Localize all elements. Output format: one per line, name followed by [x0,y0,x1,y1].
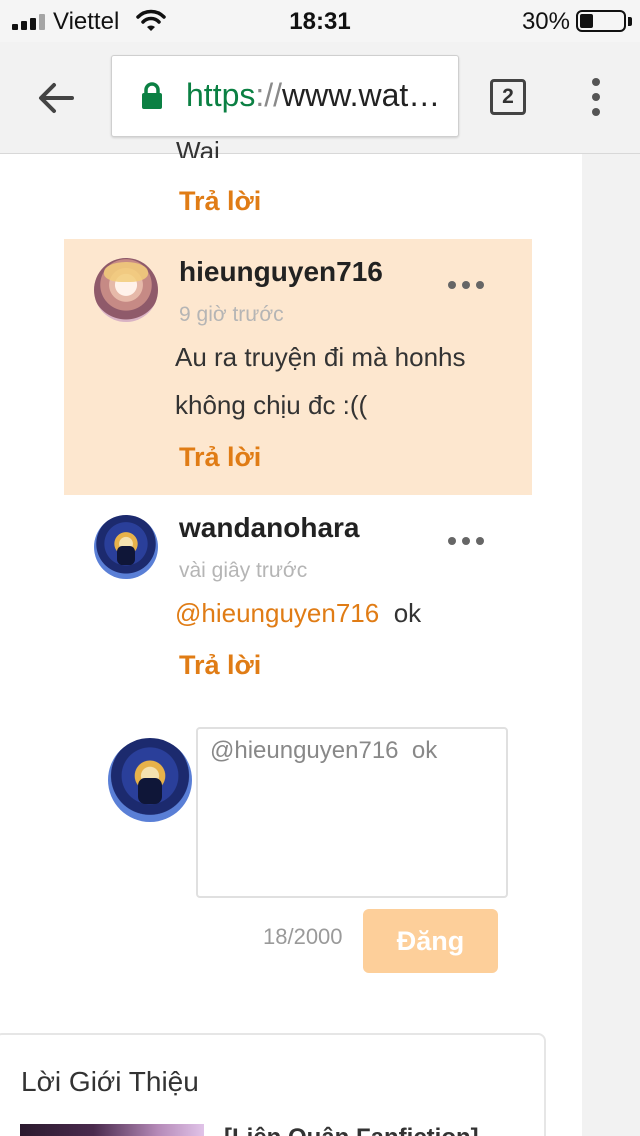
status-bar: Viettel 18:31 30% [0,0,640,42]
back-arrow-icon[interactable] [34,76,78,120]
more-horiz-icon[interactable] [448,535,484,547]
previous-comment-fragment: Wai [176,136,220,158]
page-gutter [582,154,640,1136]
comment-username[interactable]: hieunguyen716 [179,256,383,288]
comment-username[interactable]: wandanohara [179,512,359,544]
comment-text: @hieunguyen716 ok [175,589,421,637]
battery-icon [576,10,626,32]
reply-link[interactable]: Trả lời [179,442,261,473]
current-user-avatar [108,738,192,822]
comment-message: ok [393,598,422,628]
more-vert-icon[interactable] [588,76,604,118]
avatar[interactable] [94,515,158,579]
battery-percent: 30% [521,8,570,35]
reply-textarea[interactable]: @hieunguyen716 ok [196,727,508,898]
comment-time: 9 giờ trước [179,303,284,326]
comment-time: vài giây trước [179,559,308,582]
battery-tip [628,17,632,26]
post-button[interactable]: Đăng [363,909,498,973]
url-separator: :// [255,77,283,113]
reply-link[interactable]: Trả lời [179,186,261,217]
url-host: www.wat… [282,77,441,113]
avatar[interactable] [94,258,158,322]
character-count: 18/2000 [263,924,343,949]
more-horiz-icon[interactable] [448,279,484,291]
story-cover-image[interactable] [20,1124,204,1136]
battery-level-fill [580,14,593,28]
lock-icon [142,82,162,109]
mention-link[interactable]: @hieunguyen716 [175,598,379,628]
tab-switcher-icon[interactable]: 2 [490,79,526,115]
url-text[interactable]: https://www.wat… [186,77,452,114]
intro-title: Lời Giới Thiệu [21,1066,199,1097]
url-scheme: https [186,77,256,113]
story-title-snippet[interactable]: [Liên Quân Fanfiction] [224,1124,479,1136]
comment-text: Au ra truyện đi mà honhs không chịu đc :… [175,342,466,420]
reply-link[interactable]: Trả lời [179,650,261,681]
